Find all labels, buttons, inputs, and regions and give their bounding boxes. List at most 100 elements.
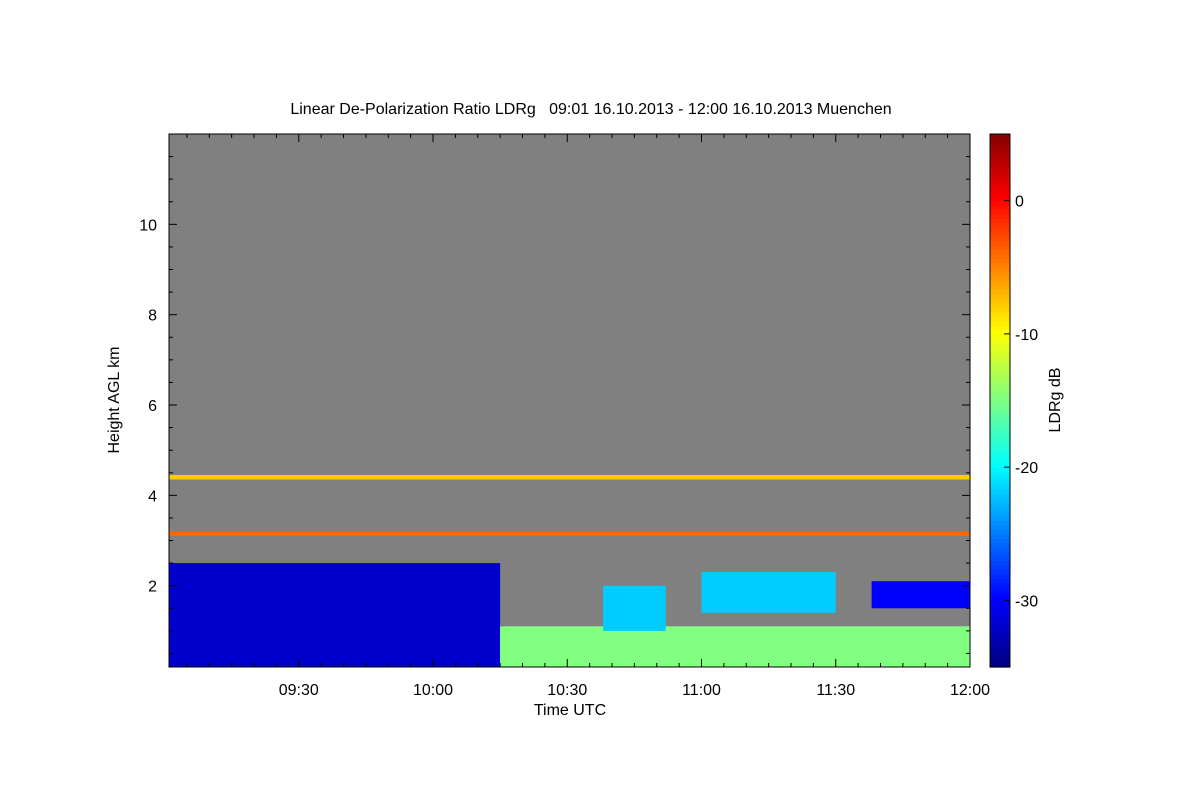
colorbar-segment	[990, 213, 1010, 219]
y-tick-label: 4	[148, 488, 157, 505]
colorbar-segment	[990, 600, 1010, 606]
colorbar-tick-label: -30	[1015, 593, 1038, 610]
colorbar-segment	[990, 649, 1010, 655]
colorbar-segment	[990, 640, 1010, 646]
colorbar-segment	[990, 573, 1010, 579]
colorbar-segment	[990, 409, 1010, 415]
colorbar-segment	[990, 578, 1010, 584]
colorbar-segment	[990, 542, 1010, 548]
colorbar-tick-label: -10	[1015, 327, 1038, 344]
colorbar-segment	[990, 191, 1010, 197]
colorbar-segment	[990, 134, 1010, 140]
colorbar-segment	[990, 515, 1010, 522]
colorbar-segment	[990, 604, 1010, 610]
colorbar-segment	[990, 520, 1010, 526]
colorbar-segment	[990, 160, 1010, 166]
colorbar-segment	[990, 560, 1010, 566]
colorbar-segment	[990, 547, 1010, 553]
colorbar-segment	[990, 245, 1010, 251]
colorbar-segment	[990, 151, 1010, 157]
x-tick-label: 11:00	[682, 682, 721, 699]
colorbar-segment	[990, 351, 1010, 357]
chart-title: Linear De-Polarization Ratio LDRg 09:01 …	[290, 101, 891, 118]
colorbar-segment	[990, 627, 1010, 633]
y-tick-label: 6	[148, 398, 157, 415]
colorbar: 0 -10 -20 -30	[989, 133, 1038, 668]
ldr-cell-6	[169, 475, 970, 480]
colorbar-segment	[990, 142, 1010, 148]
y-axis-label: Height AGL km	[106, 346, 123, 453]
colorbar-segment	[990, 551, 1010, 557]
colorbar-segment	[990, 404, 1010, 410]
colorbar-segment	[990, 564, 1010, 570]
colorbar-segment	[990, 569, 1010, 575]
colorbar-segment	[990, 253, 1010, 259]
colorbar-segment	[990, 267, 1010, 273]
colorbar-segment	[990, 258, 1010, 264]
colorbar-segment	[990, 218, 1010, 224]
colorbar-segment	[990, 653, 1010, 659]
colorbar-segment	[990, 249, 1010, 255]
colorbar-segment	[990, 453, 1010, 459]
x-axis-label: Time UTC	[534, 702, 606, 719]
colorbar-segment	[990, 507, 1010, 513]
colorbar-segment	[990, 658, 1010, 664]
colorbar-segment	[990, 280, 1010, 286]
colorbar-segment	[990, 338, 1010, 344]
colorbar-segment	[990, 271, 1010, 277]
x-tick-label: 10:30	[547, 682, 587, 699]
colorbar-segment	[990, 582, 1010, 588]
colorbar-segment	[990, 480, 1010, 486]
y-tick-label: 8	[148, 308, 157, 325]
colorbar-segment	[990, 182, 1010, 188]
colorbar-segment	[990, 618, 1010, 624]
colorbar-segment	[990, 298, 1010, 304]
colorbar-segment	[990, 356, 1010, 362]
colorbar-segment	[990, 347, 1010, 353]
y-tick-label: 2	[148, 579, 157, 596]
colorbar-segment	[990, 489, 1010, 495]
colorbar-segment	[990, 222, 1010, 228]
colorbar-segment	[990, 178, 1010, 184]
colorbar-segment	[990, 276, 1010, 282]
x-tick-label: 12:00	[950, 682, 990, 699]
colorbar-segment	[990, 333, 1010, 339]
colorbar-segment	[990, 311, 1010, 317]
colorbar-label: LDRg dB	[1047, 368, 1064, 433]
ldr-cell-3	[701, 572, 836, 613]
colorbar-segment	[990, 631, 1010, 637]
colorbar-segment	[990, 484, 1010, 490]
colorbar-segment	[990, 476, 1010, 482]
colorbar-segment	[990, 200, 1010, 206]
colorbar-segment	[990, 613, 1010, 619]
colorbar-segment	[990, 169, 1010, 175]
colorbar-segment	[990, 418, 1010, 424]
plot-area	[168, 133, 971, 668]
colorbar-segment	[990, 378, 1010, 384]
ldr-cell-2	[603, 585, 666, 631]
colorbar-segment	[990, 635, 1010, 641]
ldr-cell-4	[871, 581, 970, 609]
colorbar-segment	[990, 165, 1010, 171]
ldr-cell-5	[169, 531, 970, 536]
colorbar-tick-label: -20	[1015, 460, 1038, 477]
ldr-chart: Linear De-Polarization Ratio LDRg 09:01 …	[106, 101, 1064, 719]
colorbar-segment	[990, 209, 1010, 215]
colorbar-segment	[990, 524, 1010, 530]
colorbar-segment	[990, 231, 1010, 237]
colorbar-segment	[990, 293, 1010, 299]
colorbar-segment	[990, 360, 1010, 366]
colorbar-segment	[990, 316, 1010, 322]
colorbar-segment	[990, 427, 1010, 433]
colorbar-segment	[990, 609, 1010, 615]
colorbar-segment	[990, 307, 1010, 313]
colorbar-segment	[990, 458, 1010, 464]
colorbar-segment	[990, 471, 1010, 477]
colorbar-segment	[990, 555, 1010, 561]
colorbar-segment	[990, 364, 1010, 371]
ldr-cell-1	[500, 626, 970, 667]
colorbar-segment	[990, 302, 1010, 308]
colorbar-segment	[990, 440, 1010, 446]
colorbar-segment	[990, 387, 1010, 393]
colorbar-segment	[990, 156, 1010, 162]
